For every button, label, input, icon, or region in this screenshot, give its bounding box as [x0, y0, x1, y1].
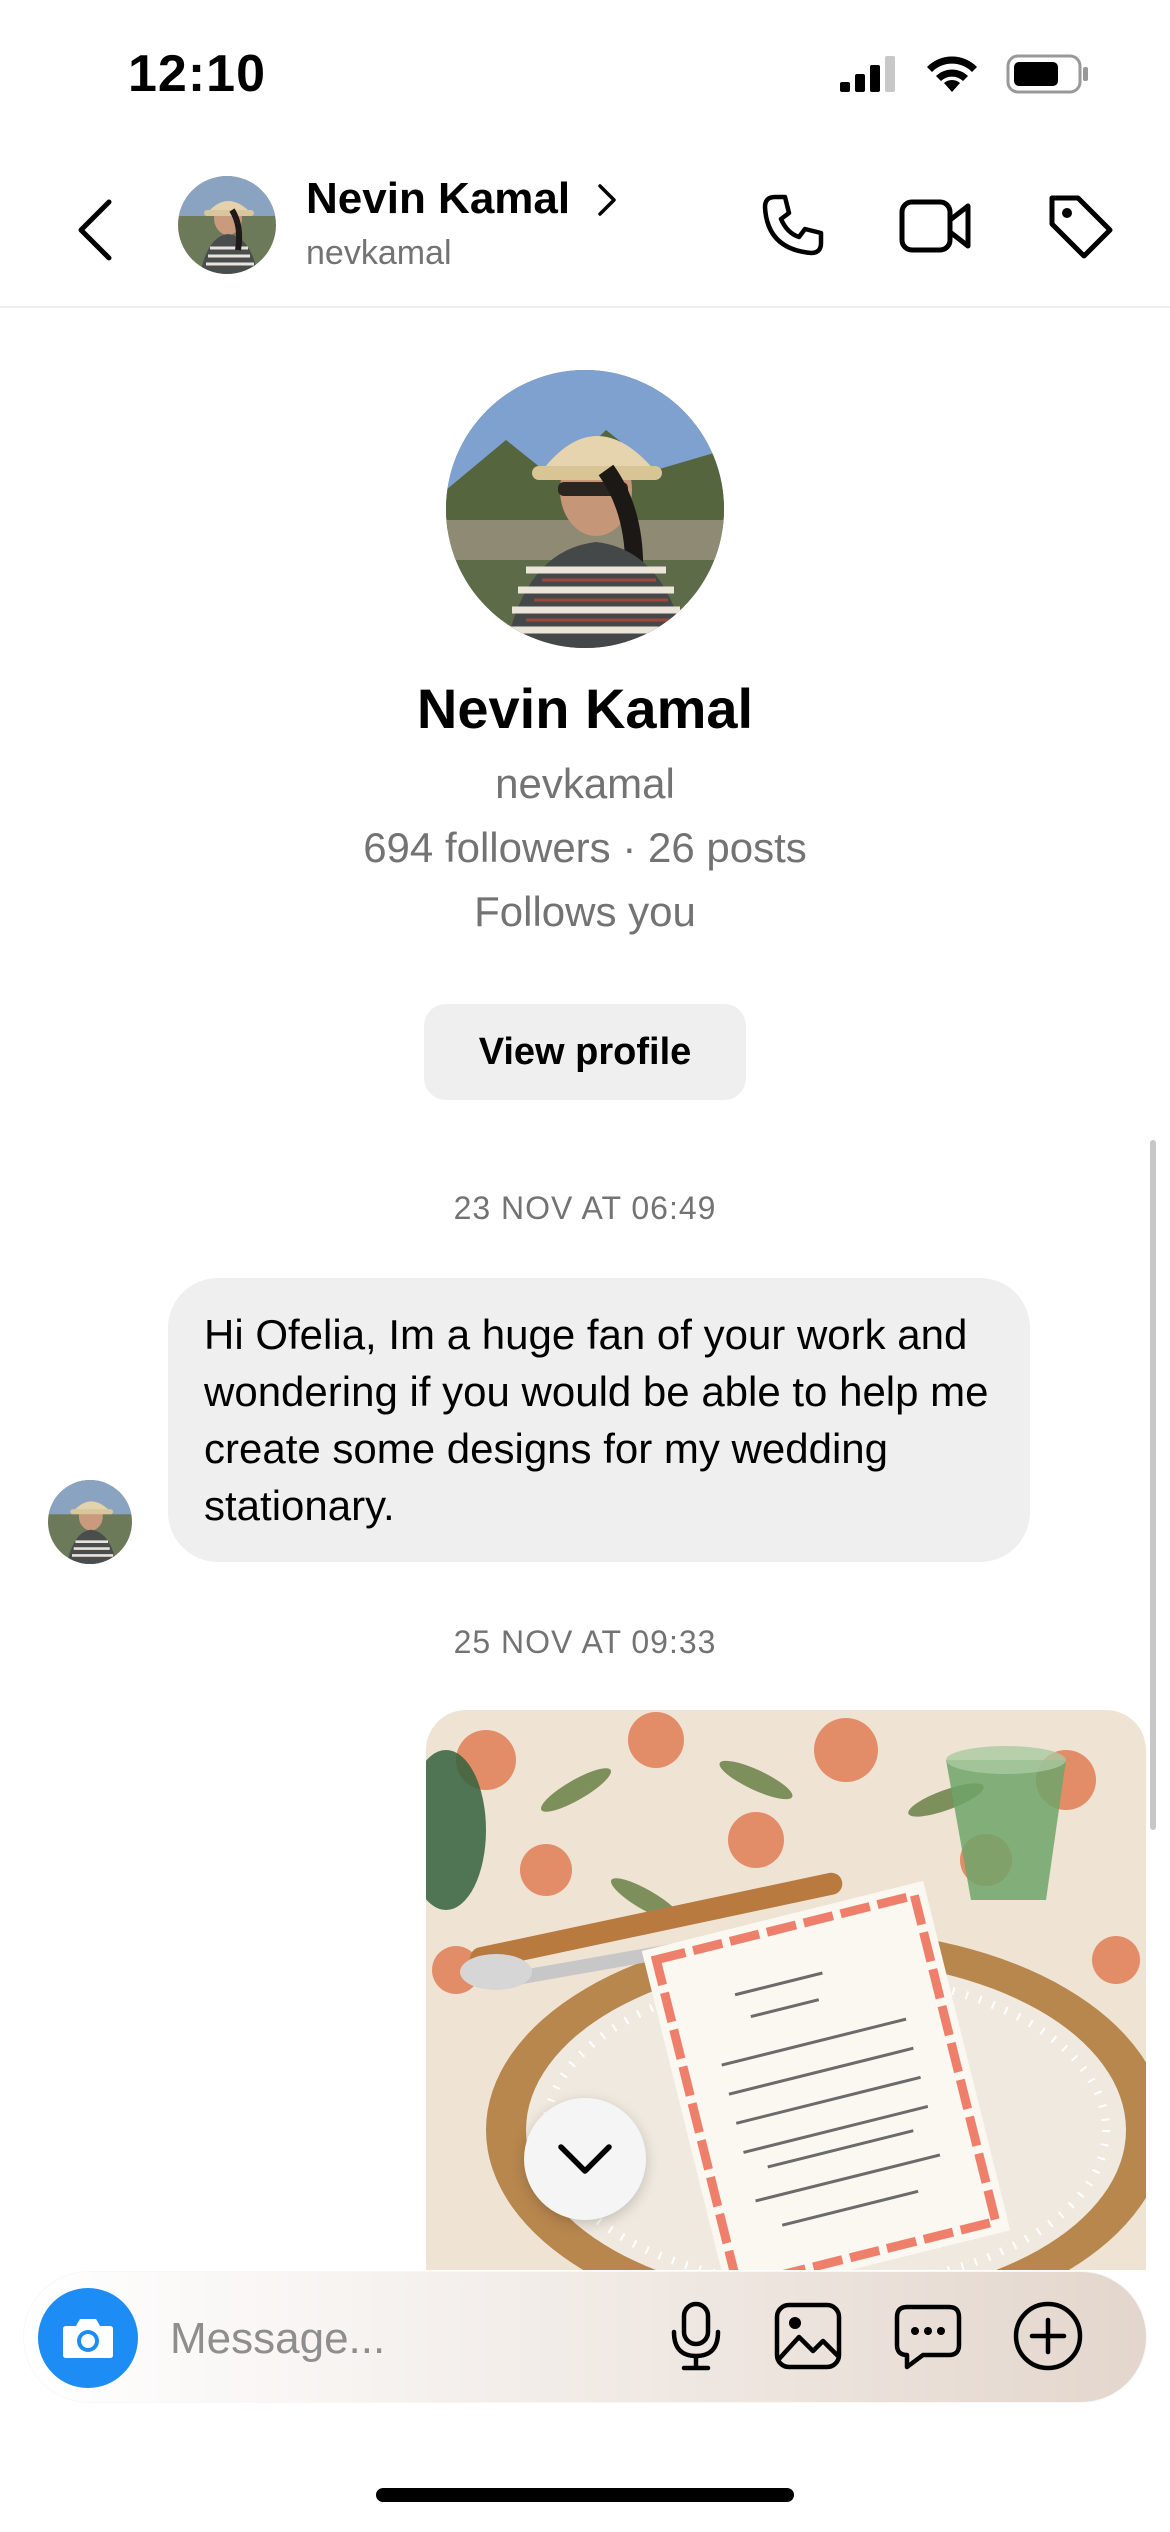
profile-name: Nevin Kamal	[416, 677, 754, 740]
voice-message-button[interactable]	[654, 2294, 738, 2378]
sender-avatar[interactable]	[48, 1480, 132, 1564]
chat-bubble-icon	[894, 2304, 962, 2370]
profile-stats: 694 followers · 26 posts	[363, 824, 807, 871]
header-avatar[interactable]	[178, 176, 276, 274]
more-options-button[interactable]	[1006, 2294, 1090, 2378]
image-icon	[774, 2302, 842, 2370]
message-timestamp: 25 NOV AT 09:33	[453, 1624, 717, 1660]
profile-avatar[interactable]	[446, 370, 724, 648]
scroll-indicator[interactable]	[1150, 1140, 1156, 1830]
incoming-message-bubble[interactable]: Hi Ofelia, Im a huge fan of your work an…	[168, 1278, 1030, 1562]
view-profile-button[interactable]: View profile	[424, 1004, 746, 1100]
status-time: 12:10	[128, 45, 266, 103]
avatar-photo	[446, 370, 724, 648]
chevron-down-icon	[558, 2144, 612, 2174]
audio-call-button[interactable]	[752, 186, 832, 266]
status-icons	[838, 54, 1090, 94]
message-input[interactable]	[168, 2300, 652, 2378]
video-call-button[interactable]	[896, 186, 976, 266]
plus-circle-icon	[1013, 2301, 1083, 2371]
avatar-photo	[178, 176, 276, 274]
gallery-button[interactable]	[766, 2294, 850, 2378]
label-button[interactable]	[1040, 186, 1120, 266]
header-username[interactable]: nevkamal	[306, 234, 452, 273]
microphone-icon	[671, 2301, 721, 2371]
avatar-photo	[48, 1480, 132, 1564]
follows-you-label: Follows you	[474, 888, 696, 935]
scroll-to-bottom-button[interactable]	[524, 2098, 646, 2220]
sticker-button[interactable]	[886, 2294, 970, 2378]
chat-header	[0, 160, 1170, 308]
chevron-right-icon[interactable]	[596, 182, 618, 223]
camera-icon	[63, 2319, 113, 2358]
chevron-left-icon	[78, 199, 112, 261]
camera-button[interactable]	[38, 2288, 138, 2388]
home-indicator[interactable]	[376, 2488, 794, 2502]
message-timestamp: 23 NOV AT 06:49	[453, 1190, 717, 1226]
wifi-icon	[927, 56, 977, 92]
back-button[interactable]	[60, 190, 130, 270]
header-name[interactable]: Nevin Kamal	[306, 174, 570, 224]
profile-username: nevkamal	[495, 760, 675, 807]
phone-icon	[762, 194, 824, 256]
cellular-signal-icon	[840, 56, 895, 92]
battery-icon	[1006, 54, 1088, 94]
tag-icon	[1049, 195, 1113, 259]
video-camera-icon	[899, 199, 971, 253]
